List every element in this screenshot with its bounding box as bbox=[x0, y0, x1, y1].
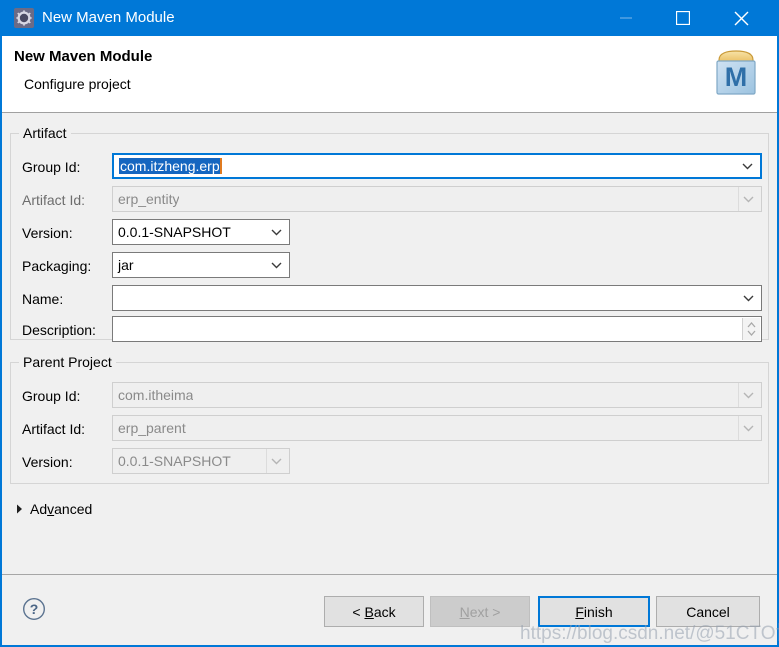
parent-version-input: 0.0.1-SNAPSHOT bbox=[112, 448, 290, 474]
maximize-icon[interactable] bbox=[660, 0, 706, 36]
chevron-right-icon[interactable] bbox=[16, 501, 23, 517]
parent-group-id-value: com.itheima bbox=[118, 387, 194, 403]
svg-text:?: ? bbox=[30, 601, 39, 617]
parent-project-legend: Parent Project bbox=[23, 354, 112, 370]
artifact-name-label: Name: bbox=[22, 291, 64, 307]
advanced-label-before: Ad bbox=[30, 501, 48, 517]
dialog-content: Artifact Group Id: com.itzheng.erp Artif… bbox=[2, 113, 777, 574]
finish-button-label: Finish bbox=[575, 603, 613, 620]
parent-artifact-id-label: Artifact Id: bbox=[22, 421, 86, 437]
artifact-id-label: Artifact Id: bbox=[22, 192, 86, 208]
artifact-packaging-label: Packaging: bbox=[22, 258, 92, 274]
page-subtitle: Configure project bbox=[24, 76, 131, 92]
parent-artifact-id-value: erp_parent bbox=[118, 420, 186, 436]
artifact-version-label: Version: bbox=[22, 225, 73, 241]
wizard-header: New Maven Module Configure project M bbox=[2, 36, 777, 113]
advanced-label-after: anced bbox=[54, 501, 93, 517]
artifact-version-value: 0.0.1-SNAPSHOT bbox=[118, 224, 231, 240]
artifact-id-value: erp_entity bbox=[118, 191, 180, 207]
maven-m-folder-icon: M bbox=[707, 44, 765, 102]
svg-text:M: M bbox=[725, 62, 748, 92]
artifact-group-legend: Artifact bbox=[23, 125, 67, 141]
finish-button[interactable]: Finish bbox=[538, 596, 650, 627]
new-maven-module-dialog: New Maven Module New Maven Module Config… bbox=[0, 0, 779, 647]
title-bar: New Maven Module bbox=[2, 0, 777, 36]
next-button: Next > bbox=[430, 596, 530, 627]
artifact-version-input[interactable]: 0.0.1-SNAPSHOT bbox=[112, 219, 290, 245]
artifact-name-input[interactable] bbox=[112, 285, 762, 311]
parent-group-id-label: Group Id: bbox=[22, 388, 81, 404]
dialog-button-bar: ? < Back Next > Finish Cancel bbox=[2, 574, 777, 644]
minimize-icon[interactable] bbox=[603, 0, 649, 36]
cancel-button-label: Cancel bbox=[686, 603, 730, 620]
scroll-spinner[interactable] bbox=[742, 318, 760, 340]
next-button-label: Next > bbox=[459, 603, 501, 620]
page-title: New Maven Module bbox=[14, 48, 153, 65]
chevron-down-icon bbox=[271, 458, 282, 465]
artifact-packaging-value: jar bbox=[118, 257, 134, 273]
back-button[interactable]: < Back bbox=[324, 596, 424, 627]
chevron-down-icon[interactable] bbox=[743, 295, 754, 302]
chevron-down-icon[interactable] bbox=[271, 262, 282, 269]
parent-group-id-input: com.itheima bbox=[112, 382, 762, 408]
back-button-label: < Back bbox=[352, 603, 396, 620]
chevron-down-icon bbox=[743, 196, 754, 203]
chevron-down-icon[interactable] bbox=[742, 163, 753, 170]
artifact-id-input: erp_entity bbox=[112, 186, 762, 212]
artifact-description-label: Description: bbox=[22, 322, 96, 338]
parent-artifact-id-input: erp_parent bbox=[112, 415, 762, 441]
chevron-down-icon[interactable] bbox=[271, 229, 282, 236]
window-title: New Maven Module bbox=[42, 9, 175, 26]
artifact-group-id-input[interactable]: com.itzheng.erp bbox=[112, 153, 762, 179]
close-icon[interactable] bbox=[718, 0, 764, 36]
maven-gear-icon bbox=[14, 8, 34, 28]
artifact-description-input[interactable] bbox=[112, 316, 762, 342]
chevron-down-icon bbox=[743, 392, 754, 399]
help-icon[interactable]: ? bbox=[22, 597, 46, 621]
artifact-group-id-value: com.itzheng.erp bbox=[119, 158, 222, 174]
artifact-group-id-label: Group Id: bbox=[22, 159, 81, 175]
cancel-button[interactable]: Cancel bbox=[656, 596, 760, 627]
parent-version-value: 0.0.1-SNAPSHOT bbox=[118, 453, 231, 469]
advanced-label: Advanced bbox=[30, 501, 92, 517]
artifact-packaging-input[interactable]: jar bbox=[112, 252, 290, 278]
chevron-down-icon bbox=[743, 425, 754, 432]
advanced-expander[interactable]: Advanced bbox=[16, 498, 92, 520]
parent-version-label: Version: bbox=[22, 454, 73, 470]
